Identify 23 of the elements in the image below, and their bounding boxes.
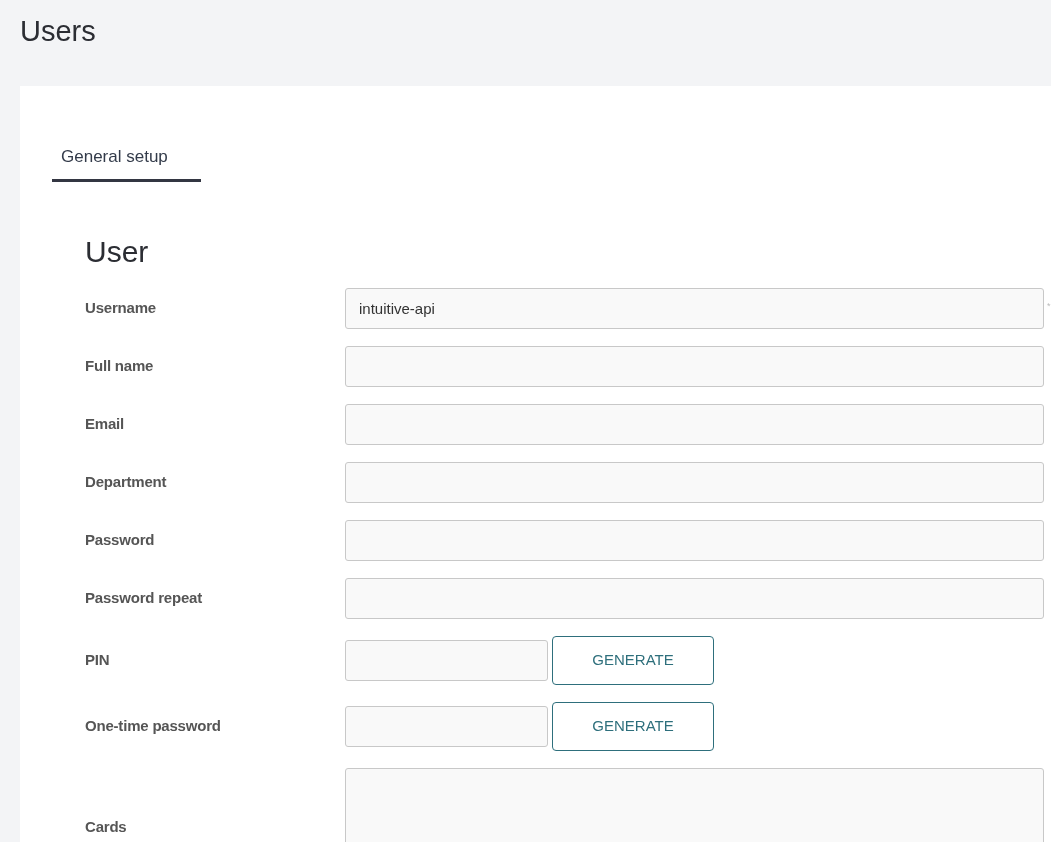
field-label: PIN xyxy=(85,649,111,670)
input-field[interactable] xyxy=(345,577,1044,619)
field-label: Password xyxy=(85,529,156,550)
section-title: User xyxy=(85,233,150,270)
input-field[interactable] xyxy=(345,519,1044,561)
field-label: Department xyxy=(85,471,168,492)
page-title: Users xyxy=(20,14,97,49)
input-field[interactable] xyxy=(345,461,1044,503)
generate-button[interactable]: GENERATE xyxy=(552,635,714,685)
tab[interactable]: General setup xyxy=(52,140,201,182)
field-label: Cards xyxy=(85,817,128,838)
generate-button[interactable]: GENERATE xyxy=(552,701,714,751)
field-label: Password repeat xyxy=(85,587,204,608)
required-mark: * xyxy=(1047,299,1051,313)
field-label: Full name xyxy=(85,355,155,376)
input-field[interactable] xyxy=(345,705,548,747)
field-label: Email xyxy=(85,413,126,434)
input-field[interactable] xyxy=(345,639,548,681)
field-label: Username xyxy=(85,297,157,318)
field-label: One-time password xyxy=(85,715,222,736)
input-field[interactable]: intuitive-api xyxy=(345,287,1044,329)
input-field[interactable] xyxy=(345,345,1044,387)
input-field[interactable] xyxy=(345,403,1044,445)
